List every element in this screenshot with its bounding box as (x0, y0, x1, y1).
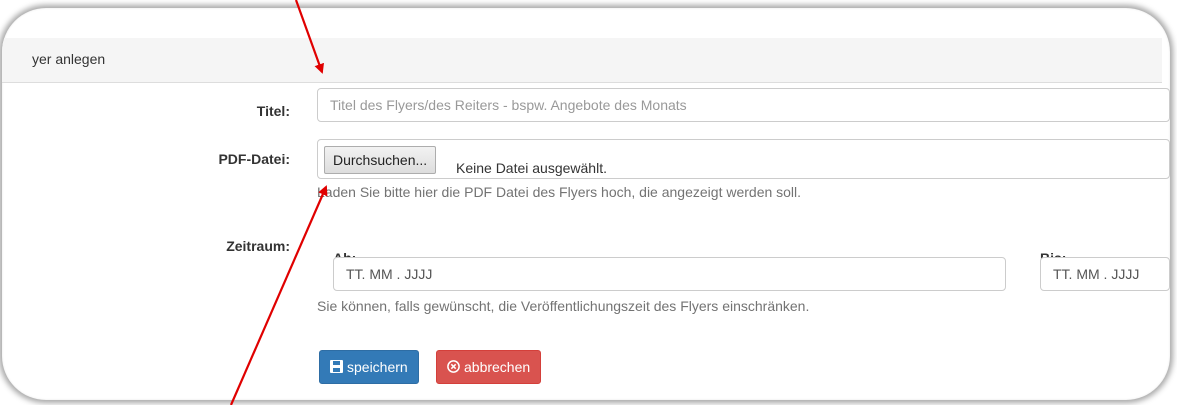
form-card: yer anlegen Titel: Titel des Flyers/des … (2, 8, 1170, 400)
panel-heading: yer anlegen (2, 38, 1162, 83)
to-date-placeholder: TT. MM . JJJJ (1053, 266, 1140, 282)
cancel-button[interactable]: abbrechen (436, 350, 542, 384)
from-date-input[interactable]: TT. MM . JJJJ (333, 257, 1006, 291)
from-date-placeholder: TT. MM . JJJJ (346, 266, 433, 282)
floppy-disk-icon (330, 352, 343, 384)
panel-title: yer anlegen (32, 51, 106, 67)
save-button[interactable]: speichern (319, 350, 419, 384)
pdf-file-input[interactable]: Durchsuchen... Keine Datei ausgewählt. (317, 139, 1170, 179)
period-label: Zeitraum: (226, 238, 290, 254)
pdf-help-text: Laden Sie bitte hier die PDF Datei des F… (317, 184, 802, 200)
browse-button[interactable]: Durchsuchen... (324, 146, 437, 174)
file-status: Keine Datei ausgewählt. (456, 160, 607, 176)
period-help-text: Sie können, falls gewünscht, die Veröffe… (317, 298, 810, 314)
circle-x-icon (447, 352, 460, 384)
title-placeholder: Titel des Flyers/des Reiters - bspw. Ang… (330, 97, 687, 113)
pdf-label: PDF-Datei: (218, 151, 290, 167)
to-date-input[interactable]: TT. MM . JJJJ (1040, 257, 1170, 291)
save-label: speichern (347, 359, 408, 375)
cancel-label: abbrechen (464, 359, 531, 375)
title-label: Titel: (256, 103, 290, 119)
title-input[interactable]: Titel des Flyers/des Reiters - bspw. Ang… (317, 88, 1170, 122)
